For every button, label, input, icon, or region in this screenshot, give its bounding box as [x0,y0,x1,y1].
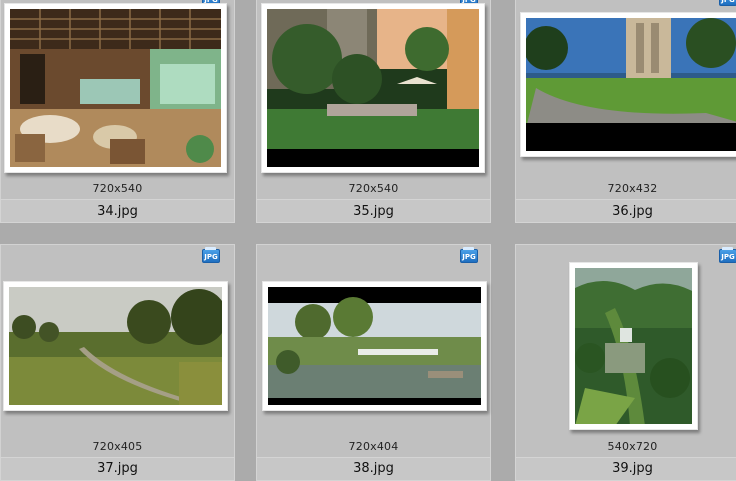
thumbnail-38[interactable] [262,281,487,411]
thumbnail-image [268,287,481,405]
jpg-file-icon: JPG [719,0,736,6]
file-name[interactable]: 37.jpg [0,461,235,476]
file-name[interactable]: 35.jpg [256,204,491,219]
file-name[interactable]: 38.jpg [256,461,491,476]
thumbnail-image [526,18,736,151]
jpg-file-icon: JPG [460,247,478,263]
thumbnail-image [575,268,692,424]
thumbnail-image [10,9,221,167]
jpg-file-icon: JPG [719,247,736,263]
jpg-file-icon: JPG [202,247,220,263]
thumbnail-34[interactable] [4,3,227,173]
thumbnail-36[interactable] [520,12,736,157]
thumbnail-39[interactable] [569,262,698,430]
thumbnail-37[interactable] [3,281,228,411]
thumbnail-image [9,287,222,405]
image-dimensions: 720x404 [348,440,399,453]
image-dimensions: 720x432 [607,182,658,195]
thumbnail-35[interactable] [261,3,485,173]
image-dimensions: 540x720 [607,440,658,453]
image-dimensions: 720x540 [348,182,399,195]
thumbnail-image [267,9,479,167]
image-dimensions: 720x405 [92,440,143,453]
file-name[interactable]: 36.jpg [515,204,736,219]
file-name[interactable]: 34.jpg [0,204,235,219]
file-name[interactable]: 39.jpg [515,461,736,476]
image-dimensions: 720x540 [92,182,143,195]
